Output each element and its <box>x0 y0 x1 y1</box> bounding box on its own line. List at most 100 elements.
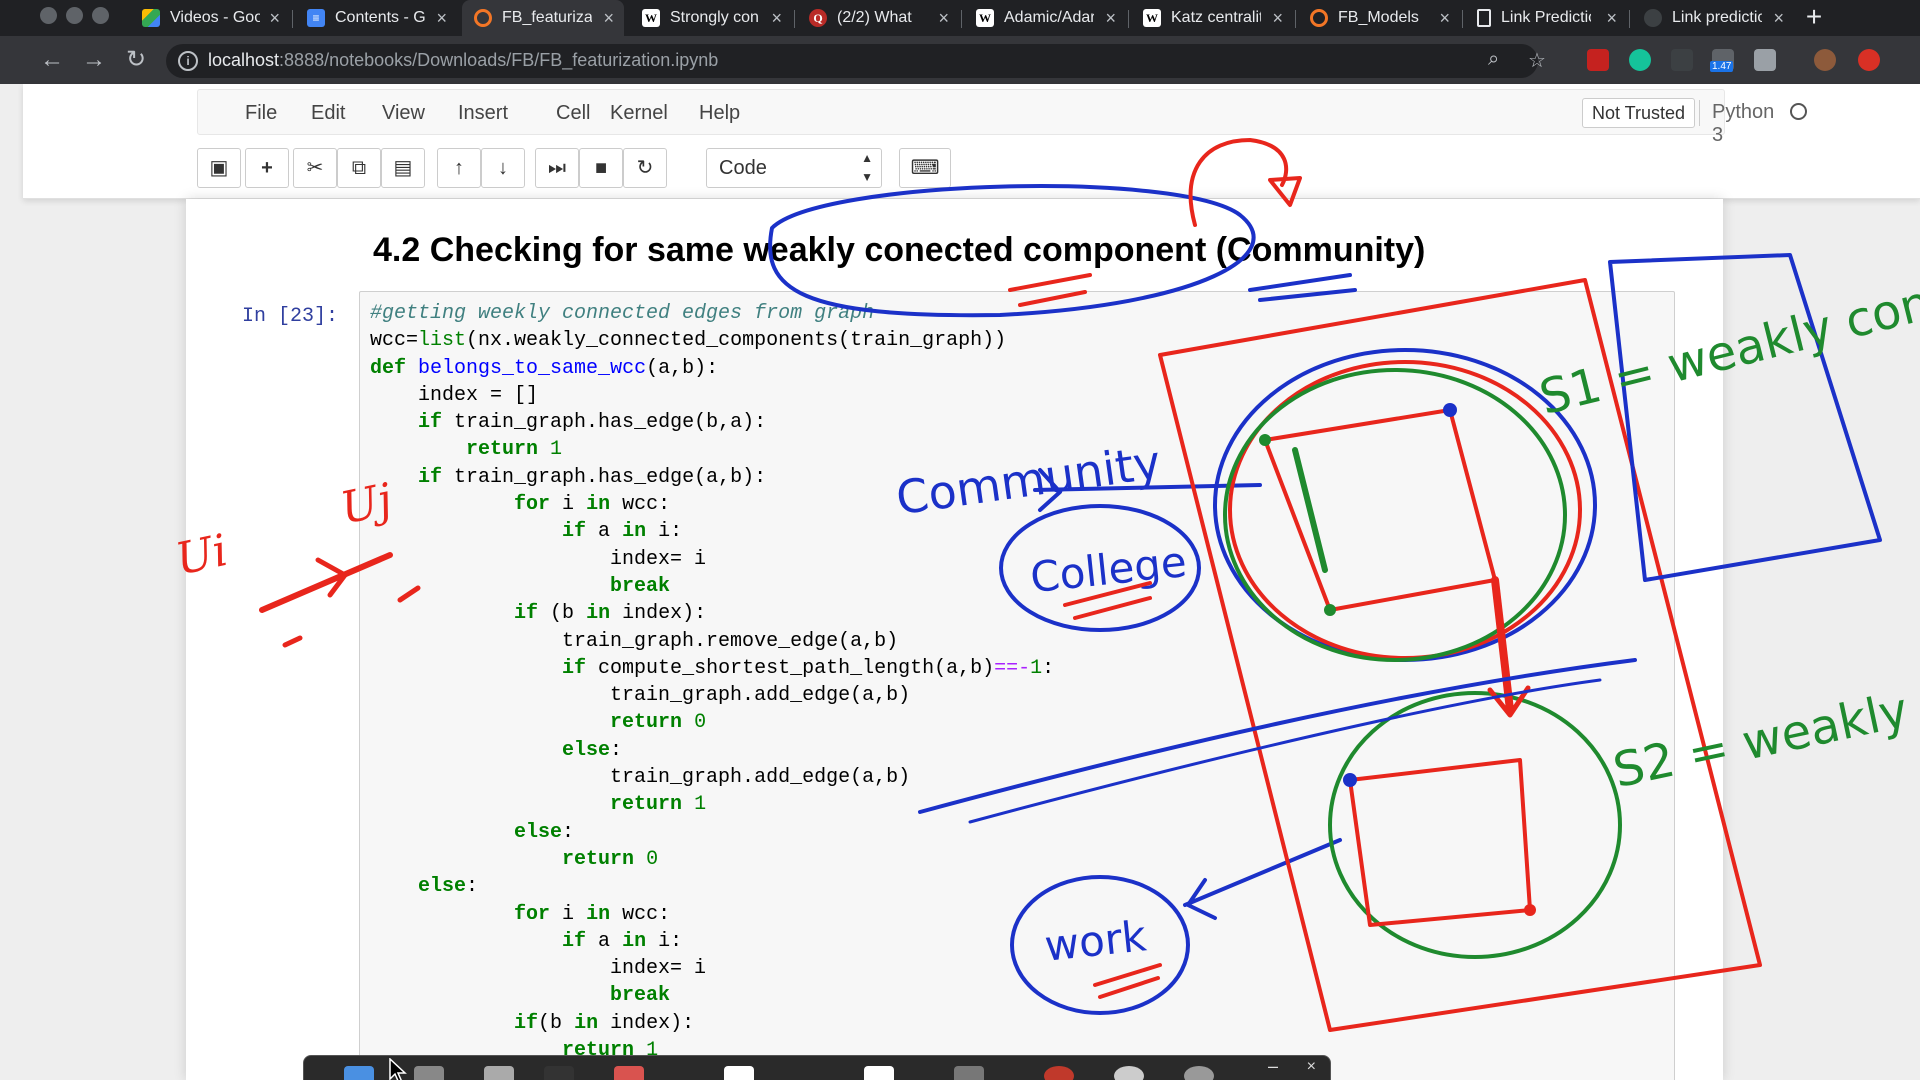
window-zoom-button[interactable] <box>92 7 109 24</box>
menu-kernel[interactable]: Kernel <box>610 102 668 125</box>
record-icon[interactable] <box>1044 1066 1074 1080</box>
dock: – × <box>303 1055 1331 1080</box>
divider <box>1699 100 1700 126</box>
quora-icon: Q <box>809 9 827 27</box>
tab-link-prediction-doc[interactable]: Link Prediction × <box>1465 0 1627 36</box>
close-icon[interactable]: × <box>938 8 949 29</box>
wikipedia-icon: W <box>642 9 660 27</box>
blank-page-icon[interactable] <box>864 1066 894 1080</box>
extension-arrow-icon[interactable] <box>1671 49 1693 71</box>
tab-title: Link prediction <box>1672 9 1762 26</box>
interrupt-button[interactable]: ■ <box>579 148 623 188</box>
app-icon[interactable] <box>484 1066 514 1080</box>
tab-title: Videos - Google Drive <box>170 9 260 26</box>
tab-link-prediction-github[interactable]: Link prediction × <box>1632 0 1794 36</box>
address-bar[interactable]: i localhost:8888/notebooks/Downloads/FB/… <box>166 44 1546 78</box>
tab-quora[interactable]: Q (2/2) What × <box>797 0 959 36</box>
close-icon[interactable]: × <box>269 8 280 29</box>
google-docs-icon: ≡ <box>307 9 325 27</box>
tab-katz-centrality[interactable]: W Katz centrality × <box>1131 0 1293 36</box>
minimize-icon[interactable]: – <box>1268 1056 1278 1077</box>
tab-adamic-adar[interactable]: W Adamic/Adar × <box>964 0 1126 36</box>
update-available-icon[interactable] <box>1858 49 1880 71</box>
cell-type-value: Code <box>719 157 767 179</box>
close-icon[interactable]: × <box>1307 1058 1316 1076</box>
zoom-icon[interactable]: ⌕ <box>1488 48 1499 71</box>
cut-button[interactable]: ✂ <box>293 148 337 188</box>
insert-cell-button[interactable]: + <box>245 148 289 188</box>
finder-icon[interactable] <box>344 1066 374 1080</box>
code-cell-input[interactable]: #getting weekly connected edges from gra… <box>359 291 1675 1080</box>
close-icon[interactable]: × <box>1105 8 1116 29</box>
tab-title: Strongly connected <box>670 9 760 26</box>
mouse-cursor-icon <box>389 1058 407 1080</box>
pencil-icon[interactable] <box>954 1066 984 1080</box>
url-text[interactable]: localhost:8888/notebooks/Downloads/FB/FB… <box>208 50 718 71</box>
close-icon[interactable]: × <box>603 8 614 29</box>
menu-edit[interactable]: Edit <box>311 102 345 125</box>
jupyter-page: File Edit View Insert Cell Kernel Help N… <box>23 84 1920 1080</box>
whiteboard-icon[interactable] <box>724 1066 754 1080</box>
app-icon[interactable] <box>544 1066 574 1080</box>
move-up-button[interactable]: ↑ <box>437 148 481 188</box>
move-down-button[interactable]: ↓ <box>481 148 525 188</box>
copy-button[interactable]: ⧉ <box>337 148 381 188</box>
reload-icon[interactable]: ↻ <box>122 46 150 74</box>
search-icon[interactable] <box>1114 1066 1144 1080</box>
tab-videos[interactable]: Videos - Google Drive × <box>130 0 290 36</box>
menu-cell[interactable]: Cell <box>556 102 590 125</box>
paste-button[interactable]: ▤ <box>381 148 425 188</box>
save-button[interactable]: ▣ <box>197 148 241 188</box>
menu-view[interactable]: View <box>382 102 425 125</box>
wikipedia-icon: W <box>1143 9 1161 27</box>
notebook-container: 4.2 Checking for same weakly conected co… <box>186 199 1723 1080</box>
keyboard-shortcuts-button[interactable]: ⌨ <box>899 148 951 188</box>
window-close-button[interactable] <box>40 7 57 24</box>
not-trusted-button[interactable]: Not Trusted <box>1582 98 1696 128</box>
close-icon[interactable]: × <box>1606 8 1617 29</box>
close-icon[interactable]: × <box>1773 8 1784 29</box>
tab-fb-models[interactable]: FB_Models × <box>1298 0 1460 36</box>
tab-title: Adamic/Adar <box>1004 9 1094 26</box>
close-icon[interactable]: × <box>1439 8 1450 29</box>
run-button[interactable]: ⏭ <box>535 148 579 188</box>
close-icon[interactable]: × <box>1272 8 1283 29</box>
tab-title: FB_featurization <box>502 9 592 26</box>
app-icon[interactable] <box>414 1066 444 1080</box>
menu-file[interactable]: File <box>245 102 277 125</box>
cell-type-select[interactable]: Code ▲ ▼ <box>706 148 882 188</box>
tab-strongly-connected[interactable]: W Strongly connected × <box>630 0 792 36</box>
menu-insert[interactable]: Insert <box>458 102 508 125</box>
new-tab-button[interactable]: + <box>1800 3 1828 32</box>
extension-puzzle-icon[interactable] <box>1754 49 1776 71</box>
menu-help[interactable]: Help <box>699 102 740 125</box>
gmail-extension-icon[interactable] <box>1587 49 1609 71</box>
google-drive-icon <box>142 9 160 27</box>
grammarly-extension-icon[interactable] <box>1629 49 1651 71</box>
kernel-idle-indicator <box>1790 103 1807 120</box>
jupyter-icon <box>474 9 492 27</box>
extension-badge-icon[interactable]: 1.47 <box>1710 49 1734 72</box>
tab-title: Link Prediction <box>1501 9 1591 26</box>
window-minimize-button[interactable] <box>66 7 83 24</box>
info-icon[interactable]: i <box>178 51 198 71</box>
tab-contents[interactable]: ≡ Contents - Google Docs × <box>295 0 457 36</box>
browser-toolbar: ← → ↻ i localhost:8888/notebooks/Downloa… <box>0 36 1920 84</box>
wikipedia-icon: W <box>976 9 994 27</box>
restart-button[interactable]: ↻ <box>623 148 667 188</box>
close-icon[interactable]: × <box>771 8 782 29</box>
input-prompt: In [23]: <box>242 305 339 328</box>
gear-icon[interactable] <box>1184 1066 1214 1080</box>
bookmark-star-icon[interactable]: ☆ <box>1528 48 1546 73</box>
select-arrows-icon: ▲ ▼ <box>861 151 873 184</box>
forward-arrow-icon[interactable]: → <box>80 46 108 74</box>
back-arrow-icon[interactable]: ← <box>38 46 66 74</box>
code-editor[interactable]: #getting weekly connected edges from gra… <box>370 300 1054 1064</box>
tab-title: (2/2) What <box>837 9 912 26</box>
tab-fb-featurization[interactable]: FB_featurization × <box>462 0 624 36</box>
profile-avatar[interactable] <box>1814 49 1836 71</box>
tab-title: FB_Models <box>1338 9 1419 26</box>
pen-tool-icon[interactable] <box>614 1066 644 1080</box>
close-icon[interactable]: × <box>436 8 447 29</box>
extension-badge-count: 1.47 <box>1710 61 1734 72</box>
